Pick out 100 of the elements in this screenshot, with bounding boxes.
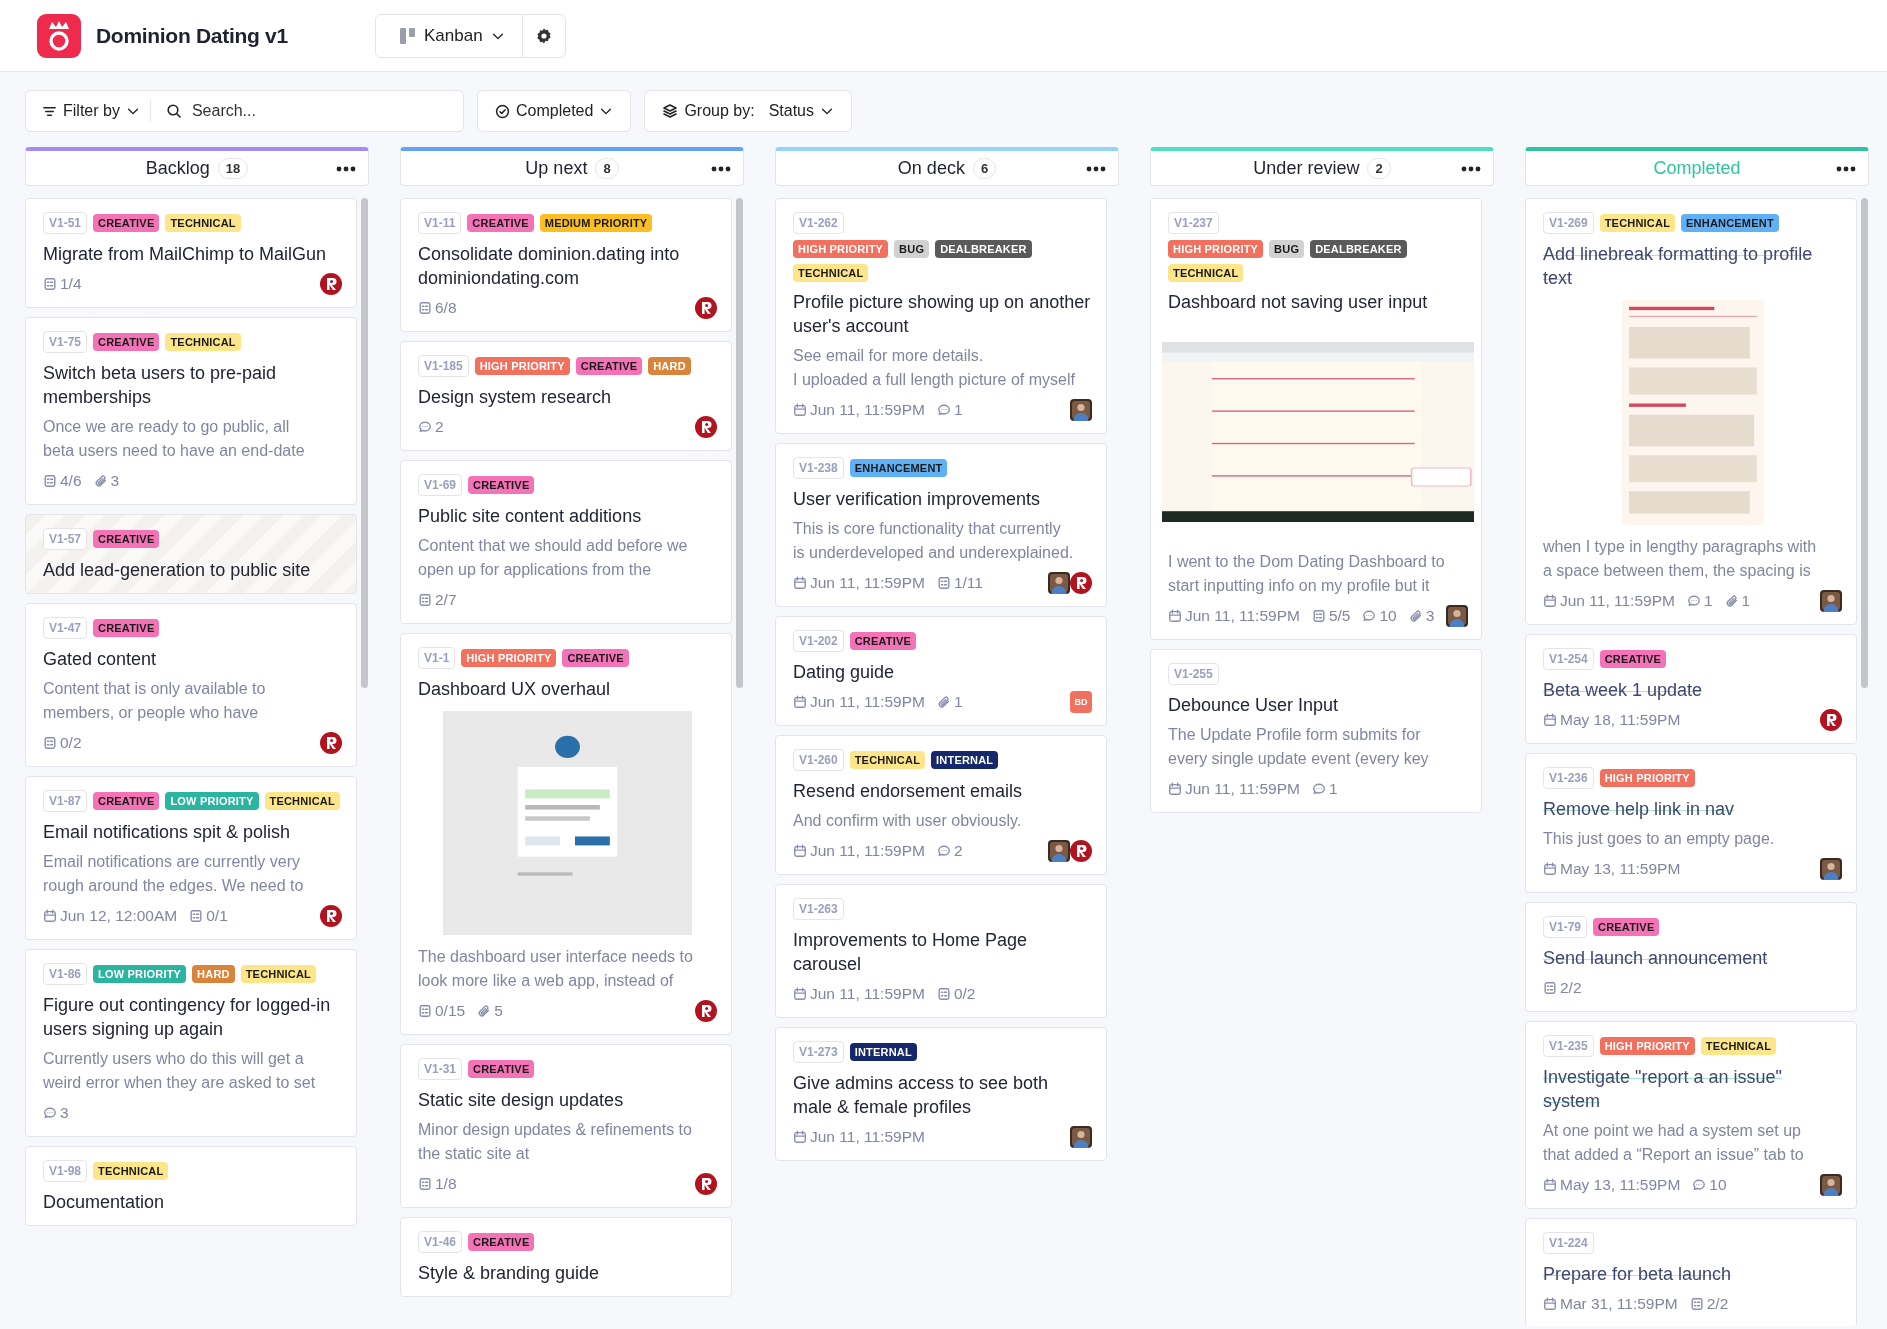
comment-count: 1 <box>1703 592 1713 610</box>
task-description: Content that is only available to members, or people who have <box>43 679 267 723</box>
task-card[interactable]: V1-46 CREATIVE Style & branding guide <box>400 1217 732 1297</box>
more-icon <box>1836 166 1856 172</box>
task-description: Email notifications are currently very rough around the edges. We need to <box>43 852 305 896</box>
task-card[interactable]: V1-273 INTERNAL Give admins access to see both male & female profiles Jun 11, 11:59PM <box>775 1027 1107 1161</box>
user-avatar <box>1820 858 1842 880</box>
task-card[interactable]: V1-260 TECHNICAL INTERNAL Resend endorsement emails And confirm with user obviously. Jun 11, 11:59PM 2 <box>775 735 1107 875</box>
attachment-count: 1 <box>1741 592 1751 610</box>
tag: CREATIVE <box>468 1060 535 1078</box>
view-dropdown[interactable]: Kanban <box>376 14 523 57</box>
filter-button[interactable]: Filter by <box>26 92 150 130</box>
task-card[interactable]: V1-262 HIGH PRIORITY BUG DEALBREAKER TECHNICAL Profile picture showing up on another user's account See email for more details. I uploaded a full length picture of myself Jun 11, 11:59PM 1 <box>775 198 1107 434</box>
task-card[interactable]: V1-238 ENHANCEMENT User verification improvements This is core functionality that currently is underdeveloped and underexplained. Jun 11, 11:59PM 1/11 <box>775 443 1107 607</box>
checklist-icon <box>418 301 432 315</box>
task-id: V1-202 <box>793 630 844 652</box>
task-card[interactable]: V1-57 CREATIVE Add lead-generation to public site <box>25 514 357 594</box>
task-id: V1-87 <box>43 790 88 812</box>
task-card[interactable]: V1-47 CREATIVE Gated content Content that is only available to members, or people who have 0/2 <box>25 603 357 767</box>
task-card[interactable]: V1-237 HIGH PRIORITY BUG DEALBREAKER TECHNICAL Dashboard not saving user input I went to the Dom Dating Dashboard to start inputting info on my profile but it Jun 11, 11:59PM 5/5 10 3 <box>1150 198 1482 640</box>
calendar-icon <box>793 987 807 1001</box>
search-field[interactable]: Search... <box>189 101 394 121</box>
column-title: Up next <box>525 157 588 179</box>
scrollbar[interactable] <box>361 198 368 688</box>
calendar-icon <box>43 909 57 923</box>
checklist-count: 0/1 <box>206 907 228 925</box>
initials-avatar: BD <box>1070 691 1092 713</box>
paperclip-icon <box>1724 594 1739 608</box>
more-icon <box>336 166 356 172</box>
task-card[interactable]: V1-69 CREATIVE Public site content additions Content that we should add before we open up for applications from the 2/7 <box>400 460 732 624</box>
task-title: Design system research <box>418 386 613 409</box>
task-title: Give admins access to see both male & female profiles <box>793 1072 1050 1119</box>
scrollbar[interactable] <box>736 198 743 688</box>
checklist-icon <box>418 1177 432 1191</box>
task-card[interactable]: V1-31 CREATIVE Static site design updates Minor design updates & refinements to the static site at 1/8 <box>400 1044 732 1208</box>
task-title: Dating guide <box>793 661 896 684</box>
task-card[interactable]: V1-87 CREATIVE LOW PRIORITY TECHNICAL Email notifications spit & polish Email notifications are currently very rough around the edges. We need to Jun 12, 12:00AM 0/1 <box>25 776 357 940</box>
task-id: V1-46 <box>418 1231 463 1253</box>
task-card[interactable]: V1-202 CREATIVE Dating guide Jun 11, 11:59PM 1 BD <box>775 616 1107 726</box>
checklist-count: 5/5 <box>1328 607 1351 625</box>
task-id: V1-269 <box>1543 212 1594 234</box>
task-description: This just goes to an empty page. <box>1543 829 1776 849</box>
kanban-icon <box>400 26 416 45</box>
due-date: May 13, 11:59PM <box>1560 1176 1681 1194</box>
tag: TECHNICAL <box>1700 1037 1777 1055</box>
task-id: V1-236 <box>1543 767 1594 789</box>
task-card[interactable]: V1-51 CREATIVE TECHNICAL Migrate from MailChimp to MailGun 1/4 <box>25 198 357 308</box>
task-title: Resend endorsement emails <box>793 780 1024 803</box>
checklist-icon <box>43 474 57 488</box>
task-title: Switch beta users to pre-paid memberships <box>43 362 278 409</box>
user-avatar <box>1070 399 1092 421</box>
task-card[interactable]: V1-75 CREATIVE TECHNICAL Switch beta users to pre-paid memberships Once we are ready to go public, all beta users need to have an end-date 4/6 3 <box>25 317 357 505</box>
task-title: Improvements to Home Page carousel <box>793 929 1029 976</box>
checklist-count: 1/4 <box>60 275 82 293</box>
calendar-icon <box>793 403 807 417</box>
task-card[interactable]: V1-1 HIGH PRIORITY CREATIVE Dashboard UX overhaul The dashboard user interface needs to look more like a web app, instead of 0/15 5 <box>400 633 732 1035</box>
tag: INTERNAL <box>849 1043 917 1061</box>
logo-avatar <box>695 297 717 319</box>
task-description: The dashboard user interface needs to look more like a web app, instead of <box>418 947 694 991</box>
comment-icon <box>43 1106 57 1120</box>
task-card[interactable]: V1-235 HIGH PRIORITY TECHNICAL Investigate "report a an issue" system At one point we had a system set up that added a “Report an issue” tab to May 13, 11:59PM 10 <box>1525 1021 1857 1209</box>
completed-filter-dropdown[interactable]: Completed <box>477 90 632 132</box>
task-card[interactable]: V1-86 LOW PRIORITY HARD TECHNICAL Figure out contingency for logged-in users signing up again Currently users who do this will get a weird error when they are asked to set 3 <box>25 949 357 1137</box>
tag: HIGH PRIORITY <box>1599 769 1695 787</box>
tag: HIGH PRIORITY <box>474 357 570 375</box>
calendar-icon <box>1168 782 1182 796</box>
task-card[interactable]: V1-263 Improvements to Home Page carousel Jun 11, 11:59PM 0/2 <box>775 884 1107 1018</box>
group-by-dropdown[interactable]: Group by: Status <box>644 90 852 132</box>
tag: CREATIVE <box>468 476 535 494</box>
crown-ring-logo <box>37 13 81 58</box>
task-card[interactable]: V1-11 CREATIVE MEDIUM PRIORITY Consolidate dominion.dating into dominiondating.com 6/8 <box>400 198 732 332</box>
tag: TECHNICAL <box>849 751 926 769</box>
task-card[interactable]: V1-254 CREATIVE Beta week 1 update May 18, 11:59PM <box>1525 634 1857 744</box>
tag: HIGH PRIORITY <box>793 240 889 258</box>
task-card[interactable]: V1-269 TECHNICAL ENHANCEMENT Add linebreak formatting to profile text when I type in lengthy paragraphs with a space between them, the spacing is Jun 11, 11:59PM 1 1 <box>1525 198 1857 625</box>
tag: CREATIVE <box>467 214 534 232</box>
task-card[interactable]: V1-98 TECHNICAL Documentation <box>25 1146 357 1226</box>
calendar-icon <box>793 576 807 590</box>
task-id: V1-69 <box>418 474 463 496</box>
comment-count: 10 <box>1709 1176 1727 1194</box>
task-title: Email notifications spit & polish <box>43 821 292 844</box>
paperclip-icon <box>93 474 108 488</box>
task-card[interactable]: V1-224 Prepare for beta launch Mar 31, 11:59PM 2/2 <box>1525 1218 1857 1326</box>
task-description: At one point we had a system set up that added a “Report an issue” tab to <box>1543 1121 1805 1165</box>
tag: BUG <box>894 240 930 258</box>
scrollbar[interactable] <box>1861 198 1868 688</box>
task-card[interactable]: V1-236 HIGH PRIORITY Remove help link in nav This just goes to an empty page. May 13, 11:59PM <box>1525 753 1857 893</box>
task-title: Profile picture showing up on another user's account <box>793 291 1092 338</box>
task-card[interactable]: V1-255 Debounce User Input The Update Profile form submits for every single update event (every key Jun 11, 11:59PM 1 <box>1150 649 1482 813</box>
task-description: Content that we should add before we open up for applications from the <box>418 536 689 580</box>
due-date: Jun 11, 11:59PM <box>810 693 925 711</box>
logo-avatar <box>320 905 342 927</box>
due-date: Jun 11, 11:59PM <box>810 1128 925 1146</box>
task-card[interactable]: V1-79 CREATIVE Send launch announcement 2/2 <box>1525 902 1857 1012</box>
checklist-count: 2/7 <box>435 591 457 609</box>
more-icon <box>1461 166 1481 172</box>
task-id: V1-75 <box>43 331 88 353</box>
logo-avatar <box>695 1000 717 1022</box>
attachment-count: 3 <box>110 472 120 490</box>
task-card[interactable]: V1-185 HIGH PRIORITY CREATIVE HARD Design system research 2 <box>400 341 732 451</box>
